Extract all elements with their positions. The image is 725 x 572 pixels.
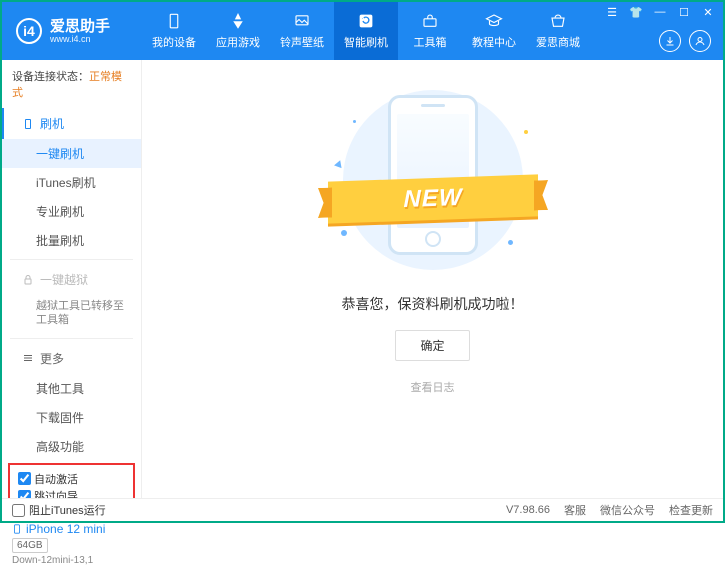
toolbox-icon — [421, 12, 439, 30]
download-button[interactable] — [659, 30, 681, 52]
lock-icon — [22, 274, 34, 286]
skin-button[interactable]: 👕 — [625, 4, 647, 20]
user-button[interactable] — [689, 30, 711, 52]
wechat-link[interactable]: 微信公众号 — [600, 502, 655, 518]
service-link[interactable]: 客服 — [564, 502, 586, 518]
tab-label: 我的设备 — [152, 34, 196, 50]
maximize-button[interactable]: ☐ — [673, 4, 695, 20]
section-flash[interactable]: 刷机 — [2, 108, 141, 139]
tab-label: 铃声壁纸 — [280, 34, 324, 50]
main-tabs: 我的设备 应用游戏 铃声壁纸 智能刷机 工具箱 教程中心 爱思商城 — [142, 2, 590, 60]
menu-button[interactable]: ☰ — [601, 4, 623, 20]
tab-label: 教程中心 — [472, 34, 516, 50]
section-more[interactable]: 更多 — [2, 343, 141, 374]
update-link[interactable]: 检查更新 — [669, 502, 713, 518]
device-code: Down-12mini-13,1 — [12, 555, 131, 566]
version: V7.98.66 — [506, 504, 550, 516]
jailbreak-note: 越狱工具已转移至工具箱 — [2, 295, 141, 334]
main-content: NEW 恭喜您，保资料刷机成功啦！ 确定 查看日志 — [142, 60, 723, 500]
success-message: 恭喜您，保资料刷机成功啦！ — [342, 294, 524, 314]
refresh-icon — [357, 12, 375, 30]
menu-icon — [22, 352, 34, 364]
sidebar-item-download[interactable]: 下载固件 — [2, 403, 141, 432]
device-name: iPhone 12 mini — [12, 522, 131, 536]
illustration: NEW — [323, 90, 543, 270]
tab-device[interactable]: 我的设备 — [142, 2, 206, 60]
app-url: www.i4.cn — [50, 34, 110, 44]
section-jailbreak[interactable]: 一键越狱 — [2, 264, 141, 295]
checkbox-block-itunes[interactable]: 阻止iTunes运行 — [12, 502, 106, 518]
tab-tutorial[interactable]: 教程中心 — [462, 2, 526, 60]
tab-ringtone[interactable]: 铃声壁纸 — [270, 2, 334, 60]
close-button[interactable]: ✕ — [697, 4, 719, 20]
sidebar-item-itunes[interactable]: iTunes刷机 — [2, 168, 141, 197]
sidebar-item-batch[interactable]: 批量刷机 — [2, 226, 141, 255]
sidebar-item-advanced[interactable]: 高级功能 — [2, 432, 141, 461]
tab-toolbox[interactable]: 工具箱 — [398, 2, 462, 60]
ok-button[interactable]: 确定 — [395, 330, 469, 361]
ribbon: NEW — [328, 174, 538, 223]
minimize-button[interactable]: — — [649, 4, 671, 20]
tab-apps[interactable]: 应用游戏 — [206, 2, 270, 60]
logo[interactable]: i4 爱思助手 www.i4.cn — [2, 18, 142, 44]
graduation-icon — [485, 12, 503, 30]
phone-icon — [388, 95, 478, 255]
footer: 阻止iTunes运行 V7.98.66 客服 微信公众号 检查更新 — [2, 498, 723, 521]
sidebar-item-pro[interactable]: 专业刷机 — [2, 197, 141, 226]
sidebar-item-other[interactable]: 其他工具 — [2, 374, 141, 403]
sidebar-item-oneclick[interactable]: 一键刷机 — [2, 139, 141, 168]
window-controls: ☰ 👕 — ☐ ✕ — [601, 4, 719, 20]
device-info[interactable]: iPhone 12 mini 64GB Down-12mini-13,1 — [2, 516, 141, 572]
device-icon — [165, 12, 183, 30]
tab-label: 智能刷机 — [344, 34, 388, 50]
phone-icon — [22, 118, 34, 130]
view-log-link[interactable]: 查看日志 — [411, 379, 455, 395]
tab-label: 爱思商城 — [536, 34, 580, 50]
tab-label: 应用游戏 — [216, 34, 260, 50]
checkbox-auto-activate[interactable]: 自动激活 — [18, 471, 78, 487]
header: i4 爱思助手 www.i4.cn 我的设备 应用游戏 铃声壁纸 智能刷机 工具… — [2, 2, 723, 60]
connection-status: 设备连接状态：正常模式 — [2, 60, 141, 108]
tab-label: 工具箱 — [414, 34, 447, 50]
device-storage: 64GB — [12, 538, 48, 553]
apps-icon — [229, 12, 247, 30]
tab-flash[interactable]: 智能刷机 — [334, 2, 398, 60]
tab-store[interactable]: 爱思商城 — [526, 2, 590, 60]
store-icon — [549, 12, 567, 30]
sidebar: 设备连接状态：正常模式 刷机 一键刷机 iTunes刷机 专业刷机 批量刷机 一… — [2, 60, 142, 500]
app-name: 爱思助手 — [50, 19, 110, 34]
logo-icon: i4 — [16, 18, 42, 44]
wallpaper-icon — [293, 12, 311, 30]
